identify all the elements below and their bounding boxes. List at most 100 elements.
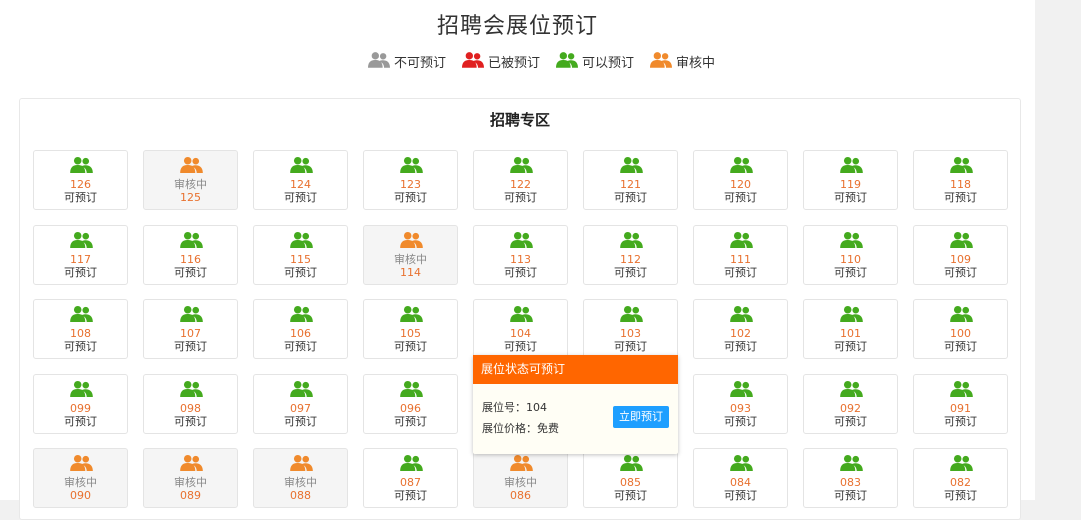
booth-cell[interactable]: 审核中 090	[33, 448, 128, 508]
booth-cell[interactable]: 083 可预订	[803, 448, 898, 508]
users-icon	[556, 51, 582, 72]
booth-number-value: 104	[526, 401, 547, 414]
legend-item-pending: 审核中	[650, 51, 715, 72]
booth-status: 可预订	[944, 191, 977, 204]
booth-cell[interactable]: 101 可预订	[803, 299, 898, 359]
booth-cell[interactable]: 107 可预订	[143, 299, 238, 359]
booth-cell[interactable]: 116 可预订	[143, 225, 238, 285]
booth-number: 111	[730, 253, 751, 266]
booth-status: 审核中	[504, 476, 537, 489]
booth-cell[interactable]: 审核中 125	[143, 150, 238, 210]
booth-number: 116	[180, 253, 201, 266]
booth-cell[interactable]: 108 可预订	[33, 299, 128, 359]
booth-status: 可预订	[944, 415, 977, 428]
booth-cell[interactable]: 106 可预订	[253, 299, 348, 359]
booth-cell[interactable]: 085 可预订	[583, 448, 678, 508]
booth-cell[interactable]: 104 可预订	[473, 299, 568, 359]
booth-number: 113	[510, 253, 531, 266]
booth-number: 084	[730, 476, 751, 489]
booth-number: 087	[400, 476, 421, 489]
booth-cell[interactable]: 审核中 086	[473, 448, 568, 508]
booth-cell[interactable]: 126 可预订	[33, 150, 128, 210]
booth-cell[interactable]: 115 可预订	[253, 225, 348, 285]
booth-number: 093	[730, 402, 751, 415]
booth-number: 101	[840, 327, 861, 340]
booth-cell[interactable]: 122 可预订	[473, 150, 568, 210]
booth-status: 可预订	[504, 191, 537, 204]
booth-number: 114	[400, 266, 421, 279]
booth-cell[interactable]: 124 可预订	[253, 150, 348, 210]
booth-status: 可预订	[724, 415, 757, 428]
booth-cell[interactable]: 082 可预订	[913, 448, 1008, 508]
booth-number: 119	[840, 178, 861, 191]
booth-status: 可预订	[284, 340, 317, 353]
popup-booth-number: 展位号：104	[482, 399, 547, 415]
booth-cell[interactable]: 096 可预订	[363, 374, 458, 434]
popup-booth-price: 展位价格：免费	[482, 420, 559, 436]
booth-number: 123	[400, 178, 421, 191]
booth-status: 可预订	[394, 415, 427, 428]
legend-item-unavailable: 不可预订	[368, 51, 446, 72]
booth-cell[interactable]: 091 可预订	[913, 374, 1008, 434]
booth-cell[interactable]: 093 可预订	[693, 374, 788, 434]
booth-cell[interactable]: 103 可预订	[583, 299, 678, 359]
booth-cell[interactable]: 100 可预订	[913, 299, 1008, 359]
booth-status: 可预订	[724, 266, 757, 279]
booth-price-label: 展位价格：	[482, 422, 537, 435]
booth-status: 可预订	[174, 266, 207, 279]
booth-cell[interactable]: 084 可预订	[693, 448, 788, 508]
booth-cell[interactable]: 092 可预订	[803, 374, 898, 434]
booth-status: 可预订	[614, 191, 647, 204]
booth-cell[interactable]: 111 可预订	[693, 225, 788, 285]
zone-title: 招聘专区	[489, 111, 550, 129]
booth-number: 102	[730, 327, 751, 340]
booth-cell[interactable]: 113 可预订	[473, 225, 568, 285]
booth-status: 可预订	[394, 489, 427, 502]
booth-cell[interactable]: 审核中 114	[363, 225, 458, 285]
booth-cell[interactable]: 099 可预订	[33, 374, 128, 434]
booth-cell[interactable]: 117 可预订	[33, 225, 128, 285]
booth-number: 097	[290, 402, 311, 415]
booth-number: 125	[180, 191, 201, 204]
booth-number: 104	[510, 327, 531, 340]
booth-number: 091	[950, 402, 971, 415]
booth-cell[interactable]: 109 可预订	[913, 225, 1008, 285]
booth-cell[interactable]: 102 可预订	[693, 299, 788, 359]
booth-number: 121	[620, 178, 641, 191]
booth-status: 可预订	[174, 340, 207, 353]
booth-cell[interactable]: 118 可预订	[913, 150, 1008, 210]
booth-status: 审核中	[174, 178, 207, 191]
book-now-button[interactable]: 立即预订	[613, 406, 669, 428]
booth-status: 可预订	[834, 340, 867, 353]
booth-cell[interactable]: 123 可预订	[363, 150, 458, 210]
booth-number: 107	[180, 327, 201, 340]
booth-status: 可预订	[614, 340, 647, 353]
booth-status: 可预订	[614, 489, 647, 502]
booth-cell[interactable]: 审核中 088	[253, 448, 348, 508]
legend-label: 审核中	[676, 55, 716, 71]
users-icon	[462, 51, 488, 72]
booth-number: 103	[620, 327, 641, 340]
booth-number: 085	[620, 476, 641, 489]
booth-number: 098	[180, 402, 201, 415]
booth-cell[interactable]: 120 可预订	[693, 150, 788, 210]
booth-cell[interactable]: 110 可预订	[803, 225, 898, 285]
booth-cell[interactable]: 098 可预订	[143, 374, 238, 434]
page-title: 招聘会展位预订	[436, 14, 598, 39]
booth-cell[interactable]: 087 可预订	[363, 448, 458, 508]
booth-status: 可预订	[284, 191, 317, 204]
booth-cell[interactable]: 105 可预订	[363, 299, 458, 359]
booth-cell[interactable]: 097 可预订	[253, 374, 348, 434]
legend-label: 不可预订	[394, 55, 447, 71]
booth-cell[interactable]: 112 可预订	[583, 225, 678, 285]
booth-cell[interactable]: 119 可预订	[803, 150, 898, 210]
booth-number: 124	[290, 178, 311, 191]
legend-item-available: 可以预订	[556, 51, 634, 72]
booth-cell[interactable]: 121 可预订	[583, 150, 678, 210]
booth-number: 117	[70, 253, 91, 266]
booth-status: 可预订	[64, 415, 97, 428]
booth-status: 审核中	[284, 476, 317, 489]
booth-status: 可预订	[834, 266, 867, 279]
booth-number: 100	[950, 327, 971, 340]
booth-cell[interactable]: 审核中 089	[143, 448, 238, 508]
